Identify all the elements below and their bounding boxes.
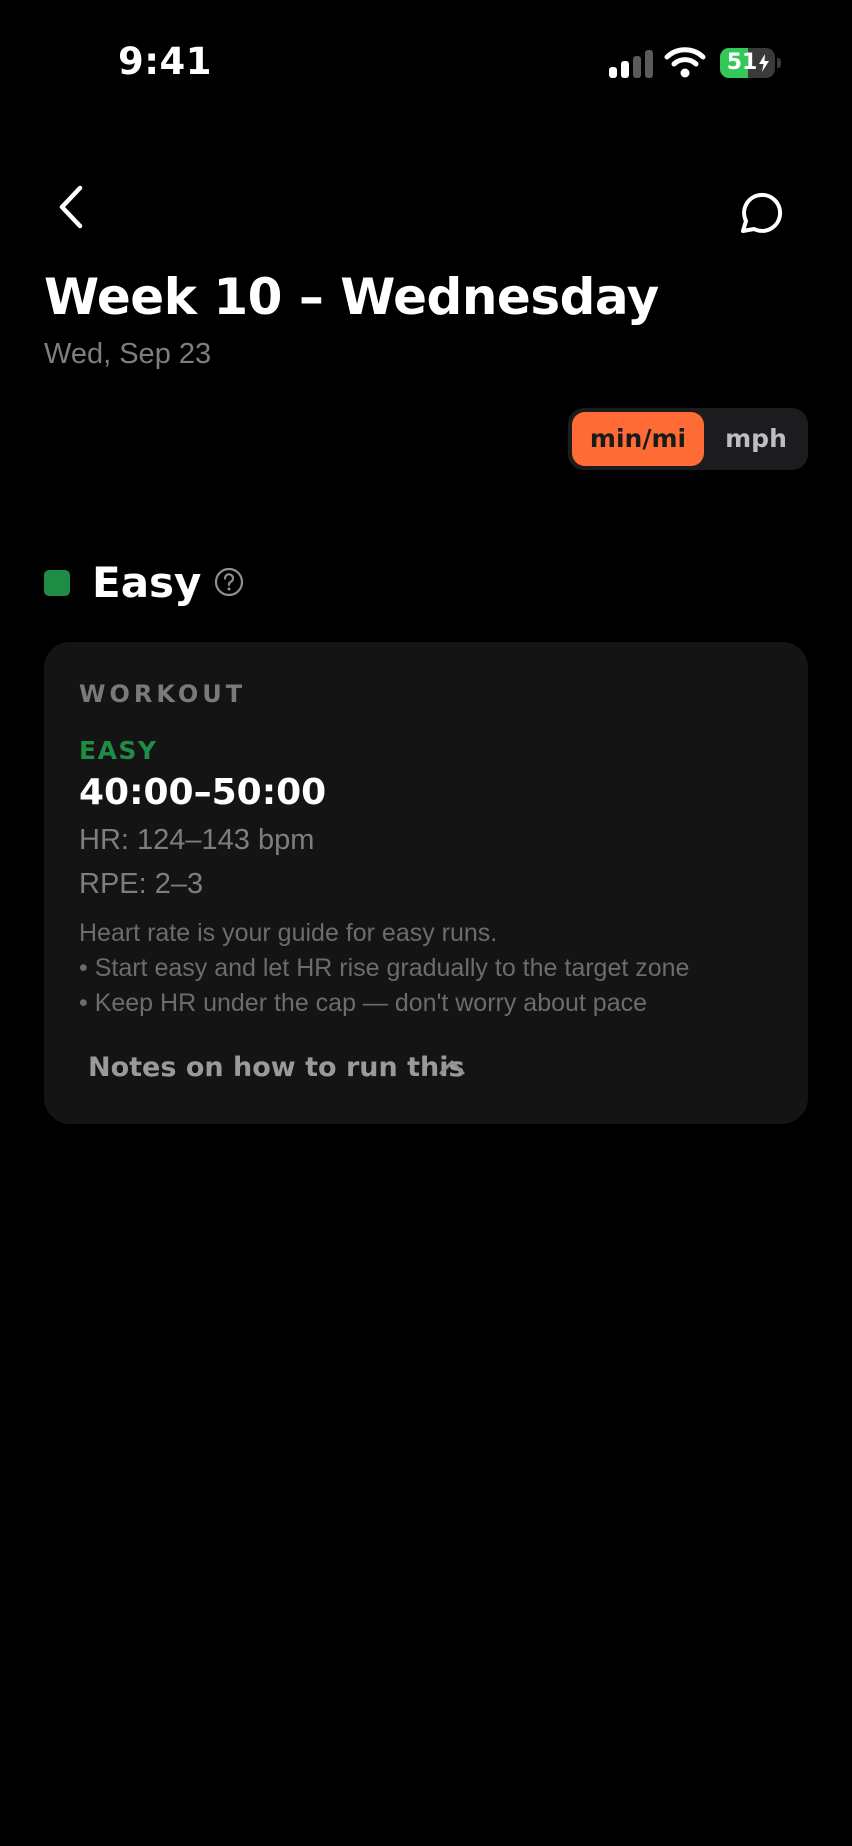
- cellular-signal-icon: [609, 50, 653, 78]
- workout-heart-rate: HR: 124–143 bpm: [79, 824, 315, 856]
- notes-toggle-button[interactable]: Notes on how to run this: [88, 1046, 508, 1090]
- wifi-icon: [664, 47, 706, 78]
- section-title: Easy: [92, 558, 202, 607]
- notes-line: • Start easy and let HR rise gradually t…: [79, 954, 690, 982]
- chevron-up-icon: [439, 1060, 465, 1075]
- workout-card: WORKOUT EASY 40:00–50:00 HR: 124–143 bpm…: [44, 642, 808, 1124]
- workout-notes: Heart rate is your guide for easy runs. …: [79, 916, 689, 1021]
- battery-charging-icon: 51: [720, 48, 782, 78]
- notes-toggle-label: Notes on how to run this: [88, 1052, 465, 1083]
- workout-duration: 40:00–50:00: [79, 772, 327, 813]
- workout-type: EASY: [79, 736, 158, 765]
- question-circle-icon[interactable]: [214, 567, 244, 597]
- chat-button[interactable]: [734, 190, 784, 240]
- unit-option-min-per-mile[interactable]: min/mi: [572, 412, 704, 466]
- workout-rpe: RPE: 2–3: [79, 868, 204, 900]
- card-section-label: WORKOUT: [79, 680, 247, 708]
- back-button[interactable]: [50, 182, 90, 232]
- page-date: Wed, Sep 23: [44, 338, 212, 370]
- chevron-left-icon: [59, 185, 83, 229]
- notes-line: Heart rate is your guide for easy runs.: [79, 919, 498, 947]
- notes-line: • Keep HR under the cap — don't worry ab…: [79, 989, 648, 1017]
- unit-option-mph[interactable]: mph: [706, 412, 806, 466]
- chat-bubble-icon: [741, 192, 783, 233]
- status-time: 9:41: [118, 40, 213, 83]
- intensity-color-marker: [44, 570, 70, 596]
- charging-bolt-icon: [759, 54, 769, 72]
- unit-toggle: min/mi mph: [568, 408, 808, 470]
- page-title: Week 10 – Wednesday: [44, 268, 659, 326]
